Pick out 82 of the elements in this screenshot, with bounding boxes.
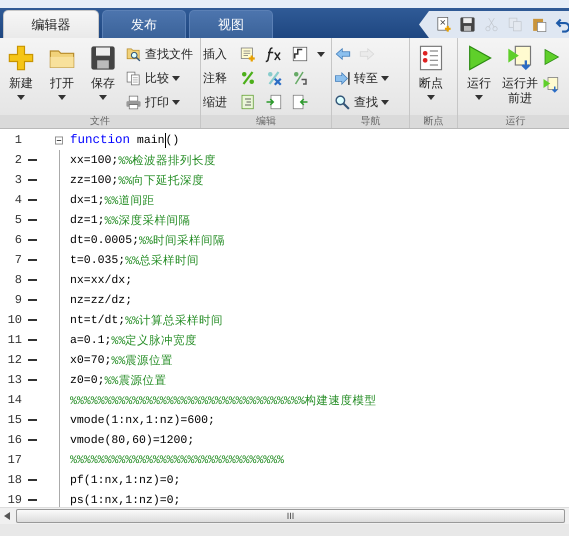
- code-line: nt=t/dt;%%计算总采样时间: [70, 312, 224, 328]
- code-line: a=0.1;%%定义脉冲宽度: [70, 332, 198, 348]
- code-line: vmode(80,60)=1200;: [70, 434, 194, 446]
- code-line: zz=100;%%向下延托深度: [70, 172, 204, 188]
- line-number: 8: [14, 273, 22, 287]
- code-line: t=0.035;%%总采样时间: [70, 252, 200, 268]
- code-line: x0=70;%%震源位置: [70, 352, 174, 368]
- code-line: pf(1:nx,1:nz)=0;: [70, 474, 180, 486]
- line-number: 14: [6, 393, 22, 407]
- code-line: z0=0;%%震源位置: [70, 372, 166, 388]
- line-number: 9: [14, 293, 22, 307]
- insert-section-icon[interactable]: [239, 45, 257, 63]
- line-number: 3: [14, 173, 22, 187]
- group-label: 文件: [0, 115, 200, 128]
- scroll-left-icon[interactable]: [4, 512, 10, 520]
- play-icon[interactable]: [542, 48, 560, 66]
- function-icon[interactable]: [265, 45, 283, 63]
- documents-icon[interactable]: [125, 70, 142, 86]
- ribbon-button[interactable]: 比较: [125, 68, 193, 88]
- ribbon-button[interactable]: 新建: [2, 44, 40, 115]
- line-number: 1: [14, 133, 22, 147]
- ribbon-label: 注释: [203, 70, 228, 86]
- code-line: nz=zz/dz;: [70, 294, 132, 306]
- ribbon-button[interactable]: 查找文件: [125, 44, 193, 64]
- line-number: 5: [14, 213, 22, 227]
- code-line: dt=0.0005;%%时间采样间隔: [70, 232, 225, 248]
- scrollbar-thumb[interactable]: III: [16, 509, 565, 523]
- ribbon-tab[interactable]: 编辑器: [3, 10, 99, 38]
- ribbon-button[interactable]: 断点: [412, 44, 450, 115]
- line-number: 11: [6, 333, 22, 347]
- code-line: dx=1;%%道间距: [70, 192, 154, 208]
- line-number: 2: [14, 153, 22, 167]
- code-line: vmode(1:nx,1:nz)=600;: [70, 414, 215, 426]
- line-number: 12: [6, 353, 22, 367]
- ribbon-tab[interactable]: 发布: [102, 10, 186, 38]
- ribbon-button[interactable]: 保存: [84, 44, 122, 115]
- undo-icon[interactable]: [555, 16, 569, 33]
- code-line: xx=100;%%检波器排列长度: [70, 152, 216, 168]
- new-file-icon[interactable]: [435, 16, 452, 33]
- folder-search-icon[interactable]: [125, 46, 142, 62]
- fold-toggle-icon[interactable]: [55, 136, 63, 144]
- ribbon-label: 插入: [203, 46, 228, 62]
- decrease-indent-icon[interactable]: [291, 93, 309, 111]
- uncomment-icon[interactable]: [265, 69, 283, 87]
- group-label: 断点: [410, 115, 457, 128]
- line-number: 16: [6, 433, 22, 447]
- code-line: dz=1;%%深度采样间隔: [70, 212, 190, 228]
- line-number: 15: [6, 413, 22, 427]
- ribbon-button[interactable]: 打印: [125, 92, 193, 112]
- run-advance-icon[interactable]: [542, 76, 560, 94]
- ribbon-button[interactable]: 查找: [334, 92, 389, 112]
- step-graph-icon[interactable]: [291, 45, 309, 63]
- line-number: 18: [6, 473, 22, 487]
- line-number: 4: [14, 193, 22, 207]
- run-advance-icon[interactable]: [506, 44, 534, 72]
- code-line: %%%%%%%%%%%%%%%%%%%%%%%%%%%%%%%%%%构建速度模型: [70, 394, 377, 408]
- group-label: 编辑: [201, 115, 331, 128]
- ribbon-tab[interactable]: 视图: [189, 10, 273, 38]
- line-number: 19: [6, 493, 22, 507]
- search-icon[interactable]: [334, 94, 351, 110]
- ribbon-button[interactable]: 转至: [334, 68, 389, 88]
- code-line: ps(1:nx,1:nz)=0;: [70, 494, 180, 506]
- ribbon-label: 缩进: [203, 94, 228, 110]
- ribbon-button[interactable]: 运行并前进: [501, 44, 539, 115]
- line-number: 6: [14, 233, 22, 247]
- line-number: 17: [6, 453, 22, 467]
- code-line: %%%%%%%%%%%%%%%%%%%%%%%%%%%%%%%: [70, 454, 284, 466]
- increase-indent-icon[interactable]: [265, 93, 283, 111]
- group-label: 导航: [332, 115, 409, 128]
- paste-icon[interactable]: [531, 16, 548, 33]
- printer-icon[interactable]: [125, 94, 142, 110]
- line-number: 13: [6, 373, 22, 387]
- line-number: 7: [14, 253, 22, 267]
- line-number: 10: [6, 313, 22, 327]
- goto-arrow-icon[interactable]: [334, 70, 351, 86]
- group-label: 运行: [458, 115, 569, 128]
- ribbon-button[interactable]: 运行: [460, 44, 498, 115]
- code-line: nx=xx/dx;: [70, 274, 132, 286]
- ribbon-button[interactable]: 打开: [43, 44, 81, 115]
- code-line: function main(): [70, 132, 180, 148]
- breakpoint-list-icon[interactable]: [417, 44, 445, 72]
- wrap-comment-icon[interactable]: [291, 69, 309, 87]
